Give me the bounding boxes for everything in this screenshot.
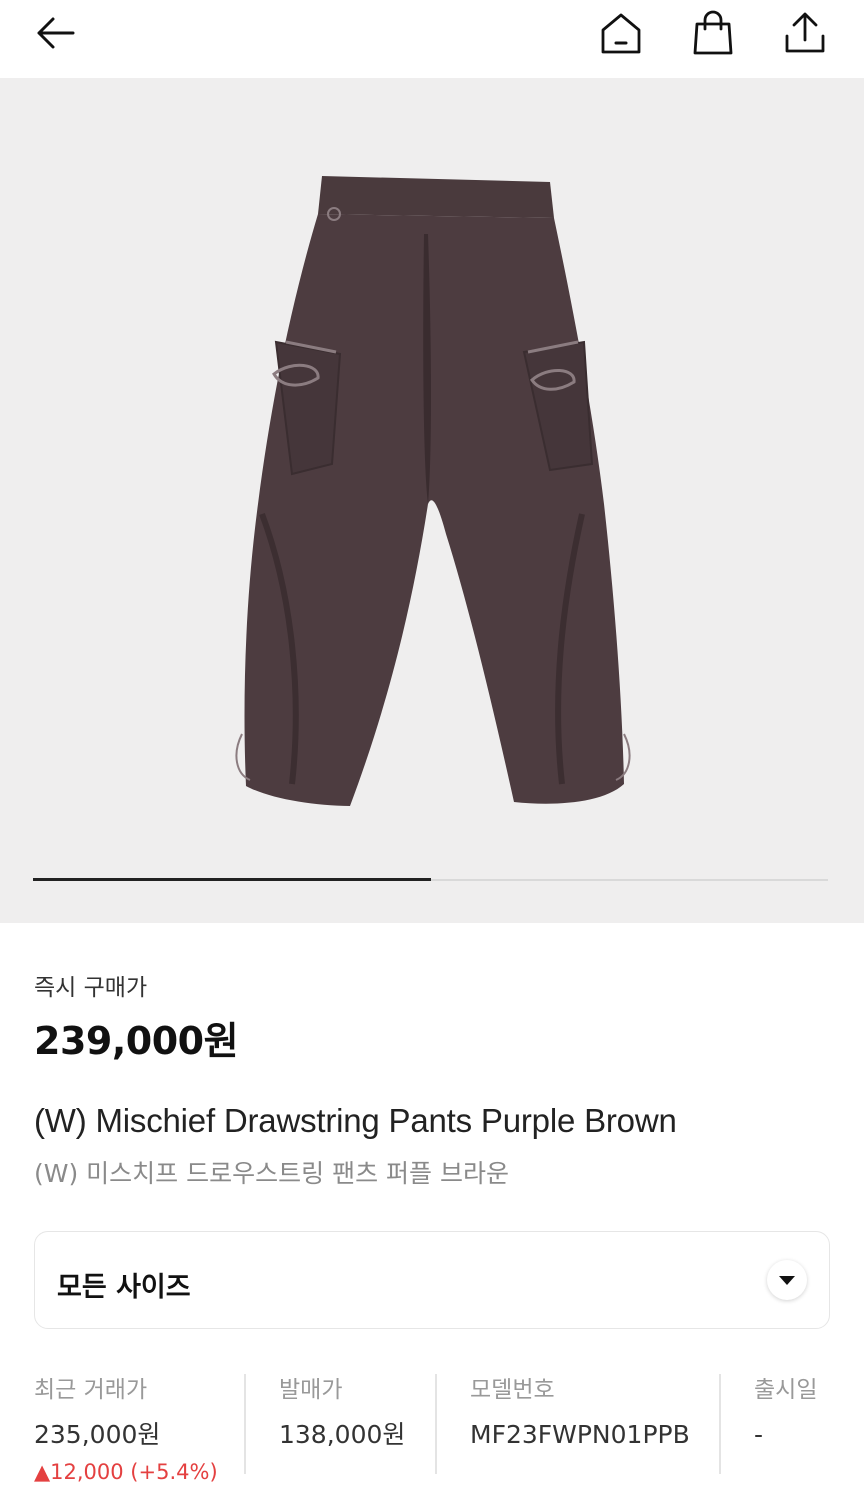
instant-buy-price: 239,000원 xyxy=(34,1019,239,1063)
product-info-row: 최근 거래가 235,000원 ▲12,000 (+5.4%) 발매가 138,… xyxy=(34,1370,830,1484)
recent-trade-change: ▲12,000 (+5.4%) xyxy=(34,1460,218,1484)
product-title-ko: (W) 미스치프 드로우스트링 팬츠 퍼플 브라운 xyxy=(34,1159,509,1188)
release-price-label: 발매가 xyxy=(279,1377,343,1403)
chevron-down-icon[interactable] xyxy=(767,1260,807,1300)
model-number-column: 모델번호 MF23FWPN01PPB xyxy=(470,1370,692,1452)
size-select[interactable]: 모든 사이즈 xyxy=(34,1231,830,1329)
release-date-value: - xyxy=(754,1420,764,1449)
release-price-value: 138,000원 xyxy=(279,1420,406,1449)
release-price-column: 발매가 138,000원 xyxy=(279,1370,429,1452)
divider xyxy=(719,1374,721,1474)
shopping-bag-icon[interactable] xyxy=(688,8,738,58)
image-slider-progress xyxy=(33,878,431,881)
product-image-area[interactable] xyxy=(0,78,864,923)
product-title-en: (W) Mischief Drawstring Pants Purple Bro… xyxy=(34,1102,677,1139)
release-date-label: 출시일 xyxy=(754,1377,818,1403)
release-date-column: 출시일 - xyxy=(754,1370,834,1452)
size-select-label: 모든 사이즈 xyxy=(57,1272,191,1303)
image-slider-track[interactable] xyxy=(33,878,828,881)
model-number-value: MF23FWPN01PPB xyxy=(470,1420,690,1449)
top-bar xyxy=(0,0,864,78)
divider xyxy=(435,1374,437,1474)
home-icon[interactable] xyxy=(596,8,646,58)
recent-trade-column: 최근 거래가 235,000원 ▲12,000 (+5.4%) xyxy=(34,1370,234,1484)
recent-trade-label: 최근 거래가 xyxy=(34,1377,148,1403)
instant-buy-label: 즉시 구매가 xyxy=(34,975,148,1001)
back-arrow-icon[interactable] xyxy=(30,8,80,58)
product-image xyxy=(235,176,631,806)
model-number-label: 모델번호 xyxy=(470,1377,555,1403)
share-icon[interactable] xyxy=(780,8,830,58)
recent-trade-value: 235,000원 xyxy=(34,1420,161,1449)
divider xyxy=(244,1374,246,1474)
